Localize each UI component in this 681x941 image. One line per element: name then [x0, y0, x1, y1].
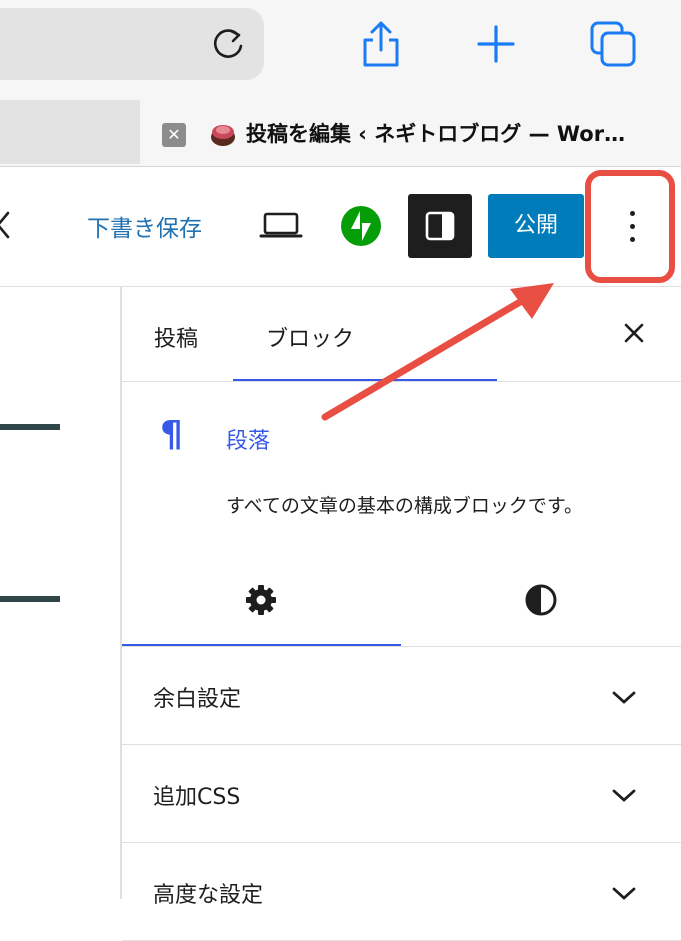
block-title: 段落 [226, 429, 271, 454]
tab-block[interactable]: ブロック [266, 321, 354, 353]
settings-sidebar-toggle[interactable] [408, 194, 472, 258]
annotation-highlight-box [585, 170, 675, 283]
canvas-block-line [0, 424, 60, 430]
new-tab-icon[interactable] [474, 22, 518, 66]
tab-title[interactable]: 投稿を編集 ‹ ネギトロブログ — Wor… [246, 118, 625, 148]
panel-label: 余白設定 [153, 687, 242, 712]
reload-icon[interactable] [208, 24, 248, 64]
settings-sidebar-icon [425, 211, 455, 241]
editor-header: 下書き保存 公開 [0, 167, 681, 287]
chevron-down-icon [612, 887, 636, 900]
inactive-tab[interactable] [0, 100, 140, 164]
block-description: すべての文章の基本の構成ブロックです。 [226, 495, 584, 517]
tab-strip: ✕ 投稿を編集 ‹ ネギトロブログ — Wor… [0, 98, 681, 167]
divider [122, 381, 681, 382]
settings-sidebar: 投稿 ブロック ¶ 段落 すべての文章の基本の構成ブロックです。 余白設定 追加… [122, 287, 681, 941]
browser-toolbar [0, 0, 681, 98]
panel-label: 追加CSS [153, 785, 241, 810]
tabs-overview-icon[interactable] [588, 20, 638, 68]
panel-additional-css[interactable]: 追加CSS [122, 745, 681, 843]
back-chevron-icon[interactable] [0, 209, 14, 241]
close-icon[interactable] [620, 319, 648, 347]
styles-icon[interactable] [524, 583, 558, 617]
panel-spacing[interactable]: 余白設定 [122, 647, 681, 745]
publish-button[interactable]: 公開 [488, 194, 584, 258]
panel-label: 高度な設定 [153, 883, 264, 908]
panel-advanced[interactable]: 高度な設定 [122, 843, 681, 941]
tab-post[interactable]: 投稿 [154, 321, 198, 353]
paragraph-icon: ¶ [160, 414, 183, 455]
canvas-block-line [0, 596, 60, 602]
favicon-icon [211, 125, 235, 146]
jetpack-icon[interactable] [340, 205, 382, 247]
save-draft-button[interactable]: 下書き保存 [87, 209, 202, 243]
tab-close-icon[interactable]: ✕ [162, 123, 186, 147]
preview-laptop-icon[interactable] [258, 209, 304, 241]
chevron-down-icon [612, 789, 636, 802]
share-icon[interactable] [358, 20, 404, 68]
gear-icon[interactable] [244, 583, 278, 617]
chevron-down-icon [612, 691, 636, 704]
